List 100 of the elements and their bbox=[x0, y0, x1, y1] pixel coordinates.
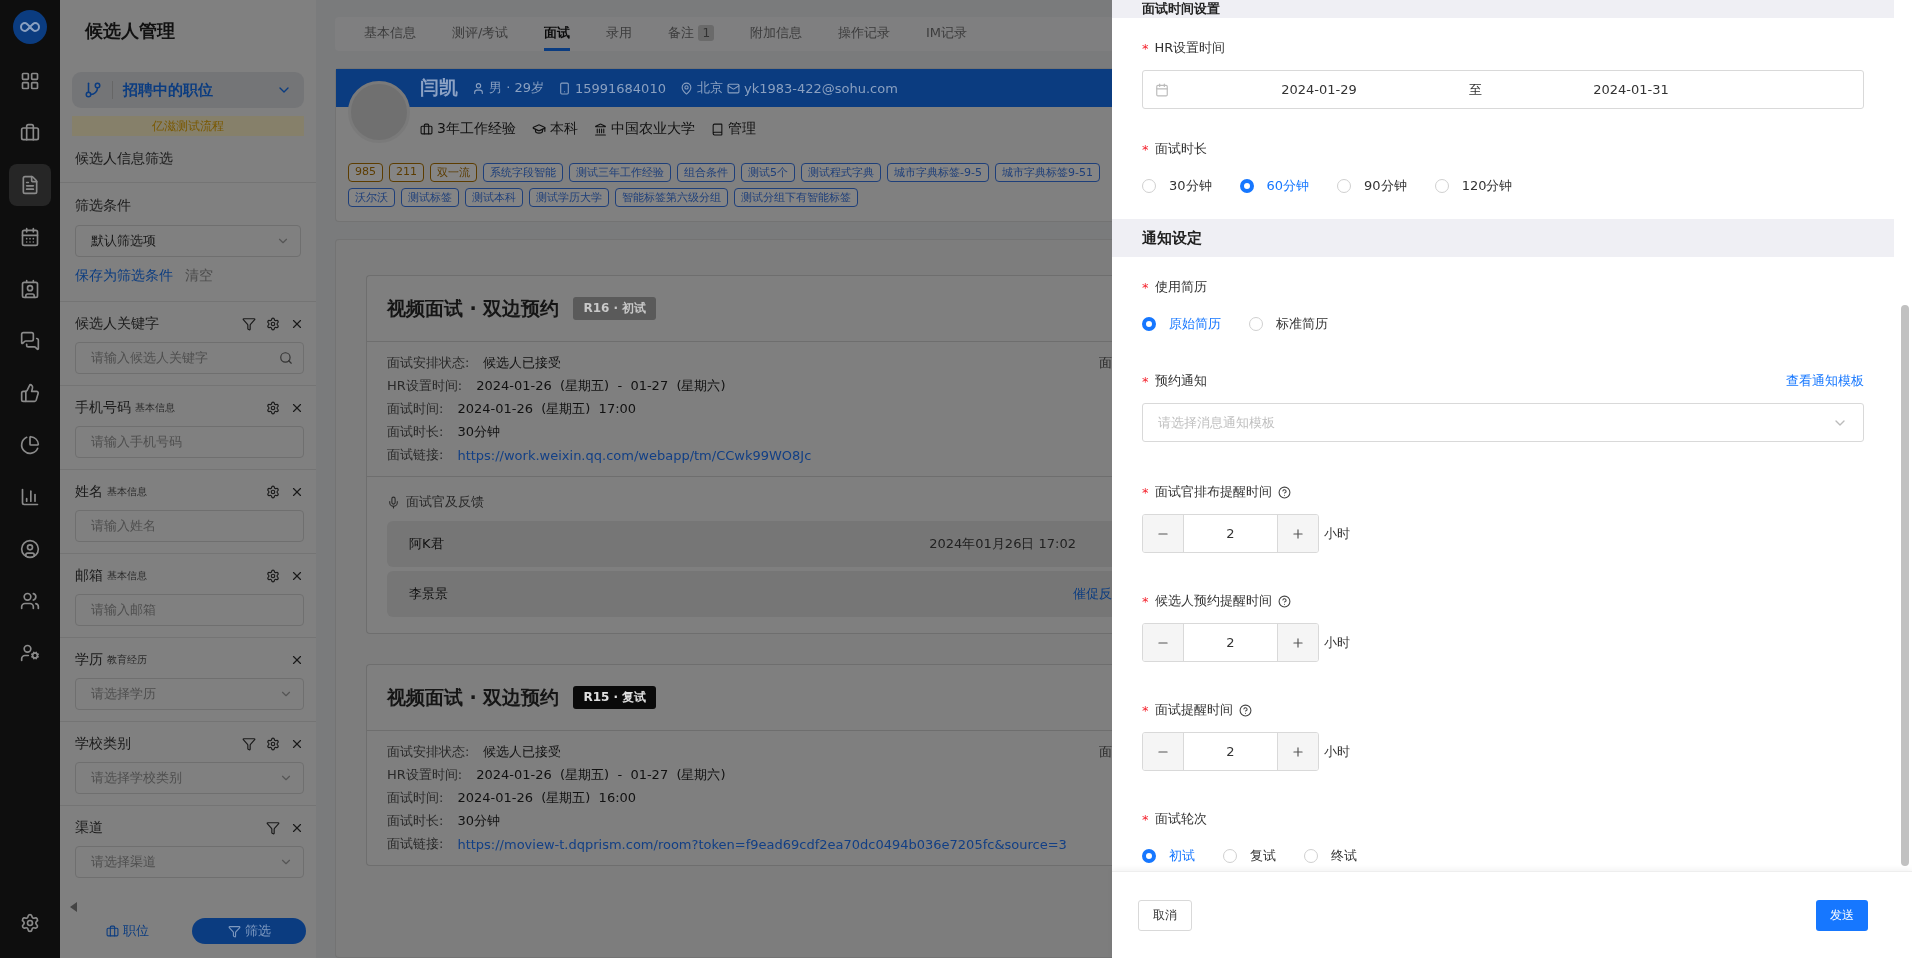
radio-option[interactable]: 60分钟 bbox=[1239, 177, 1310, 195]
gender-age: 男 · 29岁 bbox=[489, 79, 544, 97]
close-icon[interactable] bbox=[290, 317, 304, 331]
settings-icon[interactable] bbox=[266, 737, 280, 751]
field-label: 面试官排布提醒时间 bbox=[1154, 483, 1272, 501]
field-label: 面试时间: bbox=[387, 400, 444, 418]
search-icon bbox=[279, 351, 293, 365]
tag: 211 bbox=[389, 163, 424, 182]
field-label: 候选人预约提醒时间 bbox=[1154, 592, 1272, 610]
radio-button[interactable] bbox=[1239, 179, 1254, 193]
radio-button[interactable] bbox=[1142, 317, 1156, 331]
send-button[interactable]: 发送 bbox=[1816, 899, 1868, 931]
field-label: HR设置时间: bbox=[387, 377, 463, 395]
field-label: 面 bbox=[1099, 354, 1112, 372]
section-header: 通知设定 bbox=[1112, 219, 1894, 257]
number-input[interactable]: 2 bbox=[1183, 733, 1278, 770]
tab[interactable]: IM记录 bbox=[926, 17, 968, 51]
panel-tab[interactable]: 筛选 bbox=[192, 918, 306, 944]
field-label: 面试轮次 bbox=[1154, 810, 1207, 828]
filter-category: 基本信息 bbox=[135, 401, 175, 415]
settings-icon[interactable] bbox=[266, 569, 280, 583]
tag: 组合条件 bbox=[677, 163, 735, 182]
tag: 沃尔沃 bbox=[348, 188, 395, 207]
process-bar[interactable]: 亿滋测试流程 bbox=[72, 116, 304, 136]
radio-option[interactable]: 90分钟 bbox=[1337, 177, 1407, 195]
meeting-link[interactable]: https://work.weixin.qq.com/webapp/tm/CCwk99WO8Jc bbox=[457, 447, 812, 463]
field-label: 面试时长 bbox=[1154, 140, 1207, 158]
filter-label: 候选人关键字 bbox=[75, 315, 159, 333]
briefcase-icon bbox=[420, 122, 433, 136]
panel-tab[interactable]: 职位 bbox=[70, 918, 184, 944]
scroll-left-icon[interactable] bbox=[70, 902, 78, 912]
unit-label: 小时 bbox=[1324, 742, 1350, 761]
tab[interactable]: 测评/考试 bbox=[452, 17, 509, 51]
number-input[interactable]: 2 bbox=[1183, 624, 1278, 661]
settings-icon[interactable] bbox=[266, 401, 280, 415]
required-mark: * bbox=[1142, 702, 1149, 718]
close-icon[interactable] bbox=[290, 569, 304, 583]
template-select[interactable]: 请选择消息通知模板 bbox=[1142, 403, 1864, 442]
number-stepper[interactable]: 2 bbox=[1142, 732, 1319, 771]
number-stepper[interactable]: 2 bbox=[1142, 623, 1319, 662]
degree: 本科 bbox=[549, 120, 578, 138]
radio-option[interactable]: 标准简历 bbox=[1249, 315, 1328, 333]
location-icon bbox=[679, 81, 693, 95]
meeting-link[interactable]: https://moview-t.dqprism.com/room?token=f9ead69cdf2ea70dc0494b036e7205fc&source=3 bbox=[457, 836, 1067, 852]
position-selector[interactable]: 招聘中的职位 bbox=[72, 72, 304, 108]
field-value: 2024-01-26 (星期五) - 01-27 (星期六) bbox=[476, 766, 726, 784]
settings-icon[interactable] bbox=[266, 317, 280, 331]
tab[interactable]: 基本信息 bbox=[364, 17, 416, 51]
tag: 测试程式字典 bbox=[801, 163, 881, 182]
radio-option[interactable]: 初试 bbox=[1142, 847, 1195, 865]
close-icon[interactable] bbox=[290, 401, 304, 415]
date-range-field[interactable]: 2024-01-29 至 2024-01-31 bbox=[1142, 70, 1864, 109]
scrollbar-thumb[interactable] bbox=[1901, 305, 1909, 866]
filter-label: 姓名 bbox=[75, 483, 103, 501]
number-input[interactable]: 2 bbox=[1183, 515, 1278, 552]
required-mark: * bbox=[1142, 484, 1149, 500]
filter-icon[interactable] bbox=[266, 821, 280, 835]
condition-select[interactable]: 默认筛选项 bbox=[75, 225, 301, 257]
help-icon bbox=[1238, 703, 1252, 717]
tab[interactable]: 面试 bbox=[544, 17, 571, 51]
field-label: 筛选条件 bbox=[75, 197, 132, 215]
tab[interactable]: 录用 bbox=[606, 17, 633, 51]
candidate-name: 闫凯 bbox=[420, 75, 458, 100]
remind-link[interactable]: 催促反 bbox=[1073, 585, 1112, 603]
filter-icon[interactable] bbox=[242, 737, 256, 751]
radio-option[interactable]: 复试 bbox=[1223, 847, 1276, 865]
radio-option[interactable]: 原始简历 bbox=[1142, 315, 1221, 333]
field-label: 面试链接: bbox=[387, 446, 444, 464]
field-value: 2024-01-26 (星期五) - 01-27 (星期六) bbox=[476, 377, 726, 395]
settings-icon[interactable] bbox=[266, 485, 280, 499]
tab[interactable]: 附加信息 bbox=[750, 17, 803, 51]
radio-option[interactable]: 终试 bbox=[1304, 847, 1357, 865]
radio-option[interactable]: 30分钟 bbox=[1142, 177, 1212, 195]
cancel-button[interactable]: 取消 bbox=[1138, 899, 1192, 931]
panel-title: 候选人管理 bbox=[83, 19, 176, 43]
tag: 985 bbox=[348, 163, 383, 182]
document-icon[interactable] bbox=[9, 164, 51, 206]
city: 北京 bbox=[696, 79, 723, 97]
view-template-link[interactable]: 查看通知模板 bbox=[1786, 372, 1864, 390]
required-mark: * bbox=[1142, 593, 1149, 609]
field-value: 2024-01-26 (星期五) 17:00 bbox=[457, 400, 637, 418]
close-icon[interactable] bbox=[290, 653, 304, 667]
help-icon bbox=[1277, 594, 1291, 608]
close-icon[interactable] bbox=[290, 485, 304, 499]
required-mark: * bbox=[1142, 373, 1149, 389]
save-link[interactable]: 保存为筛选条件 bbox=[75, 267, 173, 285]
number-stepper[interactable]: 2 bbox=[1142, 514, 1319, 553]
radio-button[interactable] bbox=[1142, 849, 1156, 863]
tab[interactable]: 操作记录 bbox=[838, 17, 891, 51]
unit-label: 小时 bbox=[1324, 524, 1350, 543]
required-mark: * bbox=[1142, 40, 1149, 56]
close-icon[interactable] bbox=[290, 737, 304, 751]
email: yk1983-422@sohu.com bbox=[743, 80, 898, 96]
book-icon bbox=[710, 122, 724, 136]
radio-option[interactable]: 120分钟 bbox=[1434, 177, 1513, 195]
filter-label: 学校类别 bbox=[75, 735, 131, 753]
field-label: HR设置时间: bbox=[387, 766, 463, 784]
close-icon[interactable] bbox=[290, 821, 304, 835]
tag: 城市字典标签-9-5 bbox=[887, 163, 989, 182]
filter-icon[interactable] bbox=[242, 317, 256, 331]
